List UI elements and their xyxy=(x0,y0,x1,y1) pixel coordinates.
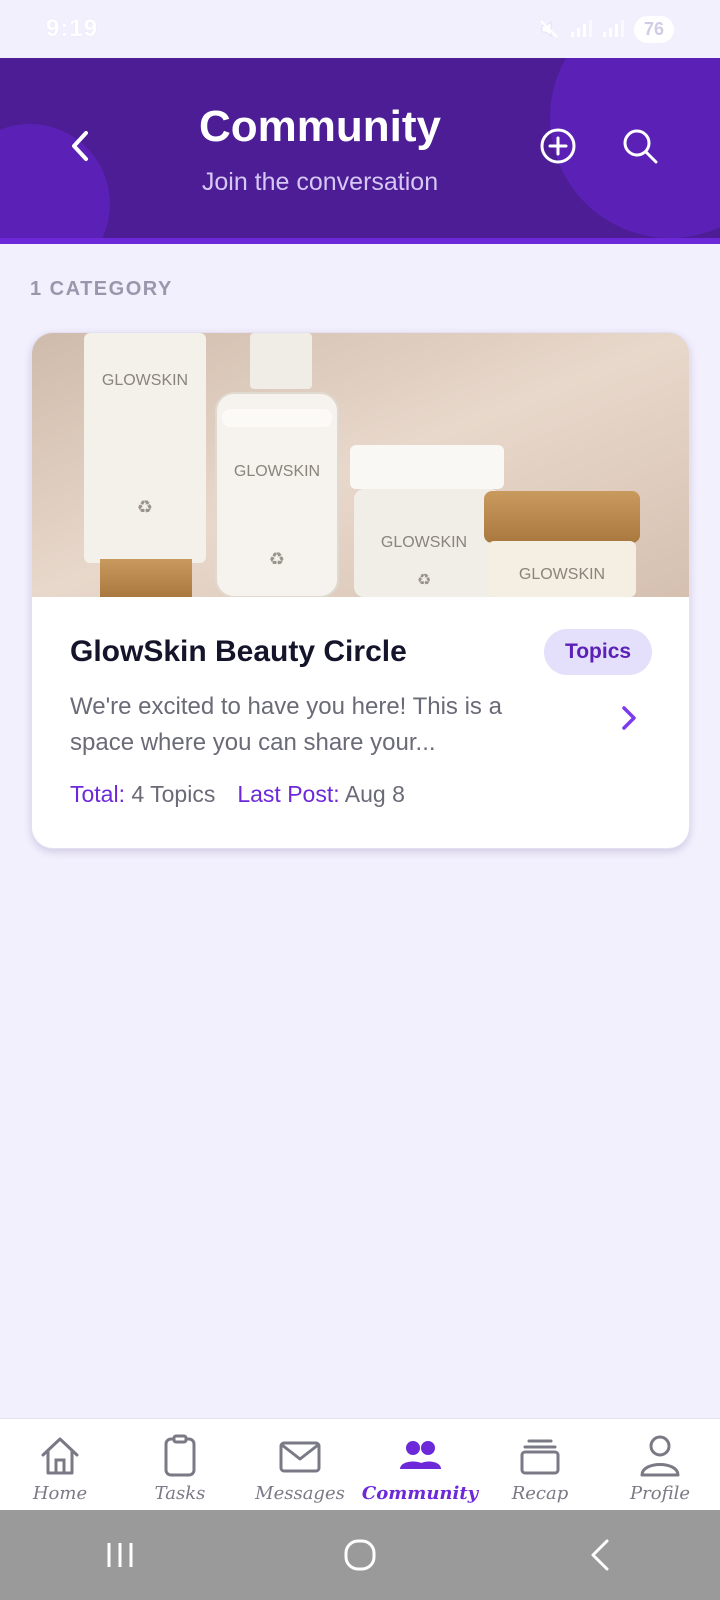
category-cover-image: GLOWSKIN ♻ GLOWSKIN ♻ GLOWSKIN ♻ GLOWSKI… xyxy=(32,333,689,597)
skincare-products-illustration: GLOWSKIN ♻ GLOWSKIN ♻ GLOWSKIN ♻ GLOWSKI… xyxy=(32,333,689,597)
open-category-button[interactable] xyxy=(614,703,644,733)
search-button[interactable] xyxy=(620,126,660,166)
envelope-icon xyxy=(277,1433,323,1479)
person-icon xyxy=(637,1433,683,1479)
home-circle-icon xyxy=(344,1539,376,1571)
nav-item-home[interactable]: Home xyxy=(0,1419,120,1510)
battery-indicator: 76 xyxy=(633,15,674,43)
nav-label: Community xyxy=(361,1483,479,1504)
home-icon xyxy=(37,1433,83,1479)
category-title: GlowSkin Beauty Circle xyxy=(70,635,407,668)
category-meta: Total: 4 Topics Last Post: Aug 8 xyxy=(70,781,405,808)
nav-label: Home xyxy=(32,1483,88,1504)
svg-text:GLOWSKIN: GLOWSKIN xyxy=(381,534,467,551)
search-icon xyxy=(623,129,658,164)
svg-text:GLOWSKIN: GLOWSKIN xyxy=(234,463,320,480)
system-navigation-bar xyxy=(0,1510,720,1600)
status-icons: 76 xyxy=(538,15,674,43)
page-subtitle: Join the conversation xyxy=(201,168,439,196)
mute-icon xyxy=(540,20,558,38)
bottom-navigation: Home Tasks Messages Community Recap Prof… xyxy=(0,1418,720,1510)
nav-item-recap[interactable]: Recap xyxy=(480,1419,600,1510)
category-count-label: 1 CATEGORY xyxy=(30,278,173,300)
total-label: Total: xyxy=(70,781,125,807)
signal-icon xyxy=(570,20,592,37)
community-header: Community Join the conversation xyxy=(0,58,720,244)
recent-apps-icon xyxy=(107,1543,133,1567)
status-bar: 9:19 76 xyxy=(0,0,720,58)
nav-item-profile[interactable]: Profile xyxy=(600,1419,720,1510)
last-post: Last Post: Aug 8 xyxy=(237,781,405,808)
total-value: 4 Topics xyxy=(131,781,216,807)
clipboard-icon xyxy=(157,1433,203,1479)
nav-item-community[interactable]: Community xyxy=(360,1419,480,1510)
svg-text:♻: ♻ xyxy=(269,549,285,570)
svg-text:♻: ♻ xyxy=(137,497,153,518)
svg-text:GLOWSKIN: GLOWSKIN xyxy=(519,566,605,583)
last-post-value: Aug 8 xyxy=(344,781,405,807)
nav-item-tasks[interactable]: Tasks xyxy=(120,1419,240,1510)
add-button[interactable] xyxy=(538,126,578,166)
last-post-label: Last Post: xyxy=(237,781,340,807)
back-arrow-icon xyxy=(591,1539,609,1571)
status-time: 9:19 xyxy=(46,15,99,42)
system-back-button[interactable] xyxy=(570,1525,630,1585)
nav-label: Recap xyxy=(511,1483,569,1504)
home-button[interactable] xyxy=(330,1525,390,1585)
category-card-body: GlowSkin Beauty Circle Topics We're exci… xyxy=(32,597,689,848)
nav-item-messages[interactable]: Messages xyxy=(240,1419,360,1510)
people-icon xyxy=(397,1433,443,1479)
svg-text:GLOWSKIN: GLOWSKIN xyxy=(102,372,188,389)
nav-label: Profile xyxy=(630,1483,690,1504)
total-topics: Total: 4 Topics xyxy=(70,781,215,808)
nav-label: Messages xyxy=(255,1483,345,1504)
category-card[interactable]: GLOWSKIN ♻ GLOWSKIN ♻ GLOWSKIN ♻ GLOWSKI… xyxy=(31,332,690,849)
svg-text:♻: ♻ xyxy=(417,570,431,589)
nav-label: Tasks xyxy=(154,1483,206,1504)
category-description: We're excited to have you here! This is … xyxy=(70,693,502,756)
chevron-right-icon xyxy=(622,706,636,730)
plus-circle-icon xyxy=(540,128,576,164)
stack-icon xyxy=(517,1433,563,1479)
signal-icon xyxy=(602,20,624,37)
topics-badge[interactable]: Topics xyxy=(544,629,652,675)
recent-apps-button[interactable] xyxy=(90,1525,150,1585)
